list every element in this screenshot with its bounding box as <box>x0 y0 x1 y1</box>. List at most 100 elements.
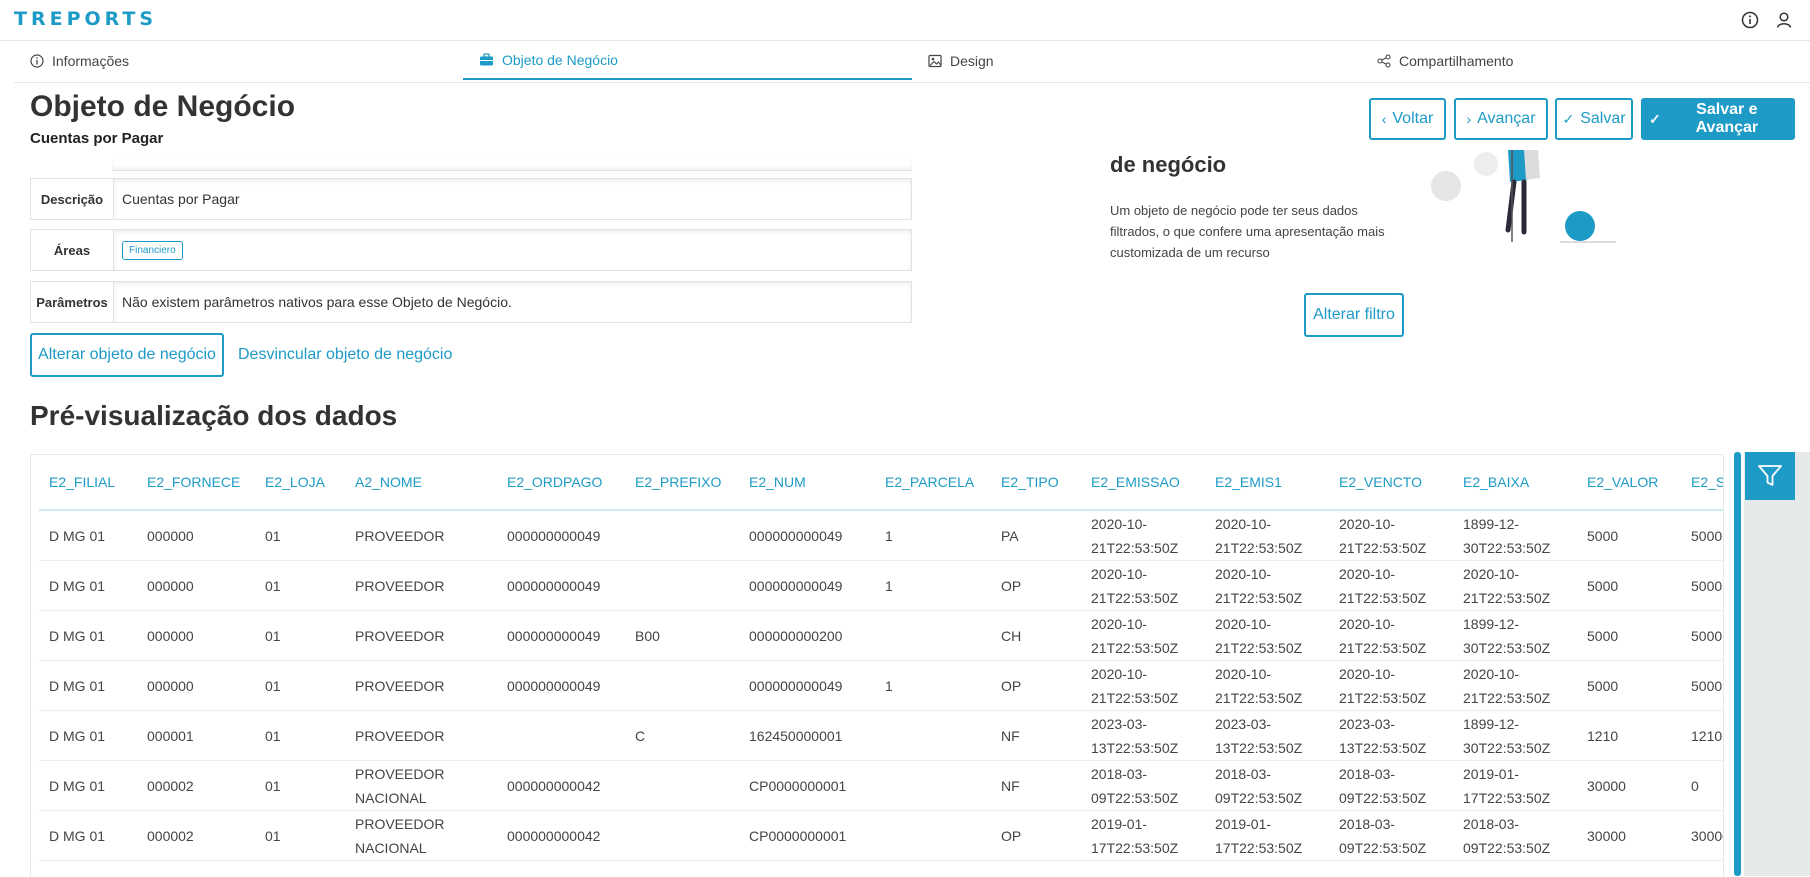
table-cell: 2020-10- 21T22:53:50Z <box>1205 661 1329 711</box>
table-cell: 0 <box>1681 761 1724 811</box>
table-cell: 5000 <box>1577 611 1681 661</box>
table-header-row: E2_FILIALE2_FORNECEE2_LOJAA2_NOMEE2_ORDP… <box>39 455 1724 510</box>
table-cell: 2019-01- 17T22:53:50Z <box>1081 811 1205 861</box>
table-cell: 000000000049 <box>497 611 625 661</box>
data-preview-grid: E2_FILIALE2_FORNECEE2_LOJAA2_NOMEE2_ORDP… <box>30 454 1724 877</box>
table-row[interactable]: D MG 0100000101PROVEEDORC162450000001NF2… <box>39 711 1724 761</box>
table-cell: 2018-03- 09T22:53:50Z <box>1453 811 1577 861</box>
table-cell: 2019-01- 17T22:53:50Z <box>1205 811 1329 861</box>
table-cell <box>875 711 991 761</box>
table-cell <box>739 861 875 877</box>
table-row[interactable]: D MG 0100000201PROVEEDOR NACIONAL0000000… <box>39 761 1724 811</box>
column-header[interactable]: E2_PREFIXO <box>625 455 739 510</box>
column-header[interactable]: E2_ORDPAGO <box>497 455 625 510</box>
tab-objeto-de-negocio[interactable]: Objeto de Negócio <box>463 42 912 80</box>
back-button[interactable]: ‹Voltar <box>1369 98 1446 140</box>
table-cell <box>875 861 991 877</box>
table-cell: 2020-10- 21T22:53:50Z <box>1329 510 1453 561</box>
info-icon[interactable] <box>1740 10 1760 30</box>
table-cell: 1210 <box>1681 711 1724 761</box>
table-cell <box>875 611 991 661</box>
table-row[interactable]: D MG 0100000001PROVEEDOR0000000000490000… <box>39 661 1724 711</box>
column-header[interactable]: E2_NUM <box>739 455 875 510</box>
table-row[interactable]: ADMINISTRACION2019-10-2019-10-2019-10-18… <box>39 861 1724 877</box>
app-logo: TREPORTS <box>14 8 157 30</box>
table-cell: 2018-03- 09T22:53:50Z <box>1205 761 1329 811</box>
column-header[interactable]: E2_LOJA <box>255 455 345 510</box>
table-cell: 01 <box>255 661 345 711</box>
areas-label: Áreas <box>31 230 114 270</box>
column-header[interactable]: E2_TIPO <box>991 455 1081 510</box>
table-cell: 000002 <box>137 811 255 861</box>
table-cell: OP <box>991 561 1081 611</box>
table-row[interactable]: D MG 0100000001PROVEEDOR000000000049B000… <box>39 611 1724 661</box>
column-header[interactable]: E2_FILIAL <box>39 455 137 510</box>
descricao-label: Descrição <box>31 179 114 219</box>
table-cell: 000000000049 <box>739 510 875 561</box>
table-cell: PA <box>991 510 1081 561</box>
desvincular-objeto-link[interactable]: Desvincular objeto de negócio <box>238 333 452 377</box>
column-header[interactable]: E2_VENCTO <box>1329 455 1453 510</box>
tab-compartilhamento[interactable]: Compartilhamento <box>1361 42 1810 80</box>
table-cell: 30000 <box>1577 811 1681 861</box>
table-row[interactable]: D MG 0100000001PROVEEDOR0000000000490000… <box>39 561 1724 611</box>
tab-design[interactable]: Design <box>912 42 1361 80</box>
table-cell: 000001 <box>137 711 255 761</box>
chevron-right-icon: › <box>1466 111 1471 127</box>
side-panel-title: de negócio <box>1110 152 1226 178</box>
table-cell: 000000000042 <box>497 811 625 861</box>
table-cell: PROVEEDOR NACIONAL <box>345 811 497 861</box>
table-cell: 2020-10- 21T22:53:50Z <box>1205 611 1329 661</box>
table-cell: 2019-10- <box>1081 861 1205 877</box>
table-cell: 2020-10- 21T22:53:50Z <box>1081 611 1205 661</box>
save-and-next-button[interactable]: ✓Salvar e Avançar <box>1641 98 1795 140</box>
parametros-label: Parâmetros <box>31 282 114 322</box>
column-header[interactable]: E2_FORNECE <box>137 455 255 510</box>
table-body: D MG 0100000001PROVEEDOR0000000000490000… <box>39 510 1724 877</box>
table-cell <box>1577 861 1681 877</box>
tab-label: Objeto de Negócio <box>502 52 618 68</box>
table-cell: 5000 <box>1577 661 1681 711</box>
user-icon[interactable] <box>1774 10 1794 30</box>
table-cell: 01 <box>255 761 345 811</box>
form-row-clipped <box>112 158 912 171</box>
column-header[interactable]: E2_EMIS1 <box>1205 455 1329 510</box>
column-header[interactable]: A2_NOME <box>345 455 497 510</box>
column-header[interactable]: E2_EMISSAO <box>1081 455 1205 510</box>
table-cell: 30000 <box>1681 811 1724 861</box>
save-button[interactable]: ✓Salvar <box>1555 98 1633 140</box>
table-cell: 01 <box>255 811 345 861</box>
table-cell: PROVEEDOR <box>345 561 497 611</box>
next-button[interactable]: ›Avançar <box>1454 98 1548 140</box>
table-cell: 1 <box>875 561 991 611</box>
alterar-filtro-button[interactable]: Alterar filtro <box>1304 293 1404 337</box>
table-cell: 5000 <box>1577 561 1681 611</box>
areas-value: Financiero <box>114 230 911 270</box>
table-row[interactable]: D MG 0100000201PROVEEDOR NACIONAL0000000… <box>39 811 1724 861</box>
column-header[interactable]: E2_SALDO <box>1681 455 1724 510</box>
table-cell: D MG 01 <box>39 661 137 711</box>
table-row[interactable]: D MG 0100000001PROVEEDOR0000000000490000… <box>39 510 1724 561</box>
table-cell <box>625 510 739 561</box>
table-cell: 2019-01- 17T22:53:50Z <box>1453 761 1577 811</box>
vertical-scrollbar[interactable] <box>1734 452 1741 876</box>
table-cell: CP0000000001 <box>739 811 875 861</box>
descricao-value: Cuentas por Pagar <box>114 179 911 219</box>
column-header[interactable]: E2_PARCELA <box>875 455 991 510</box>
tab-informacoes[interactable]: Informações <box>14 42 463 80</box>
table-cell: 2023-03- 13T22:53:50Z <box>1329 711 1453 761</box>
table-cell: CP0000000001 <box>739 761 875 811</box>
column-header[interactable]: E2_BAIXA <box>1453 455 1577 510</box>
table-cell: 30000 <box>1577 761 1681 811</box>
table-cell <box>497 711 625 761</box>
alterar-objeto-button[interactable]: Alterar objeto de negócio <box>30 333 224 377</box>
table-cell <box>991 861 1081 877</box>
column-header[interactable]: E2_VALOR <box>1577 455 1681 510</box>
filter-button[interactable] <box>1745 452 1795 500</box>
page-title: Objeto de Negócio <box>30 90 295 124</box>
preview-title: Pré-visualização dos dados <box>30 400 397 432</box>
table-cell: 1210 <box>1577 711 1681 761</box>
side-panel-description: Um objeto de negócio pode ter seus dados… <box>1110 200 1410 263</box>
table-cell: D MG 01 <box>39 811 137 861</box>
table-cell <box>625 661 739 711</box>
